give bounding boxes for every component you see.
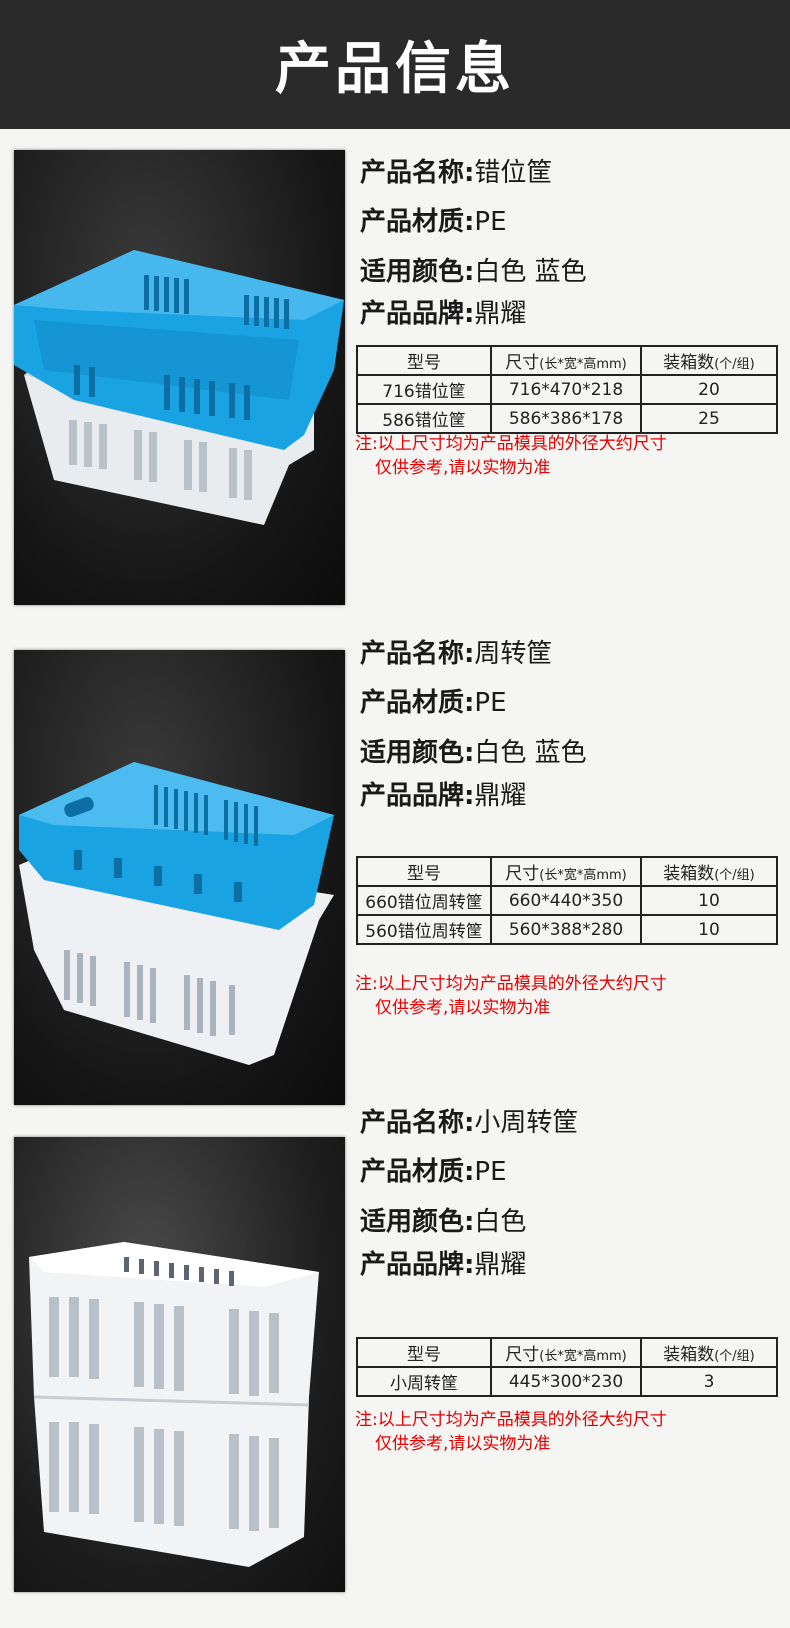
product-material-row: 产品材质:PE: [360, 688, 507, 718]
table-row: 560错位周转筐 560*388*280 10: [356, 914, 778, 945]
product-brand-row: 产品品牌:鼎耀: [360, 299, 527, 329]
size-note: 注:以上尺寸均为产品模具的外径大约尺寸 仅供参考,请以实物为准: [355, 434, 667, 478]
product-material-row: 产品材质:PE: [360, 1157, 507, 1187]
product-material-row: 产品材质:PE: [360, 207, 507, 237]
table-row: 小周转筐 445*300*230 3: [356, 1366, 778, 1397]
spec-table-3: 型号 尺寸(长*宽*高mm) 装箱数(个/组) 小周转筐 445*300*230…: [356, 1337, 778, 1397]
product-color-row: 适用颜色:白色 蓝色: [360, 257, 587, 287]
product-section-1: 产品名称:错位筐 产品材质:PE 适用颜色:白色 蓝色 产品品牌:鼎耀 型号 尺…: [0, 150, 790, 610]
product-photo-2: [14, 650, 345, 1105]
table-header-row: 型号 尺寸(长*宽*高mm) 装箱数(个/组): [356, 345, 778, 376]
product-section-2: 产品名称:周转筐 产品材质:PE 适用颜色:白色 蓝色 产品品牌:鼎耀 型号 尺…: [0, 639, 790, 1110]
product-name-row: 产品名称:小周转筐: [360, 1108, 579, 1138]
product-name-row: 产品名称:错位筐: [360, 158, 553, 188]
table-row: 586错位筐 586*386*178 25: [356, 403, 778, 434]
product-color-row: 适用颜色:白色: [360, 1207, 527, 1237]
product-brand-row: 产品品牌:鼎耀: [360, 781, 527, 811]
product-name-row: 产品名称:周转筐: [360, 639, 553, 669]
table-header-row: 型号 尺寸(长*宽*高mm) 装箱数(个/组): [356, 1337, 778, 1368]
white-crate-image: [29, 1242, 319, 1567]
spec-table-1: 型号 尺寸(长*宽*高mm) 装箱数(个/组) 716错位筐 716*470*2…: [356, 345, 778, 434]
table-header-row: 型号 尺寸(长*宽*高mm) 装箱数(个/组): [356, 856, 778, 887]
spec-table-2: 型号 尺寸(长*宽*高mm) 装箱数(个/组) 660错位周转筐 660*440…: [356, 856, 778, 945]
product-brand-row: 产品品牌:鼎耀: [360, 1250, 527, 1280]
product-section-3: 产品名称:小周转筐 产品材质:PE 适用颜色:白色 产品品牌:鼎耀 型号 尺寸(…: [0, 1108, 790, 1600]
table-row: 716错位筐 716*470*218 20: [356, 374, 778, 405]
product-color-row: 适用颜色:白色 蓝色: [360, 738, 587, 768]
page-header: 产品信息: [0, 0, 790, 129]
product-photo-3: [14, 1137, 345, 1592]
table-row: 660错位周转筐 660*440*350 10: [356, 885, 778, 916]
size-note: 注:以上尺寸均为产品模具的外径大约尺寸 仅供参考,请以实物为准: [355, 974, 667, 1018]
product-photo-1: [14, 150, 345, 605]
page-title: 产品信息: [275, 37, 515, 102]
size-note: 注:以上尺寸均为产品模具的外径大约尺寸 仅供参考,请以实物为准: [355, 1410, 667, 1454]
